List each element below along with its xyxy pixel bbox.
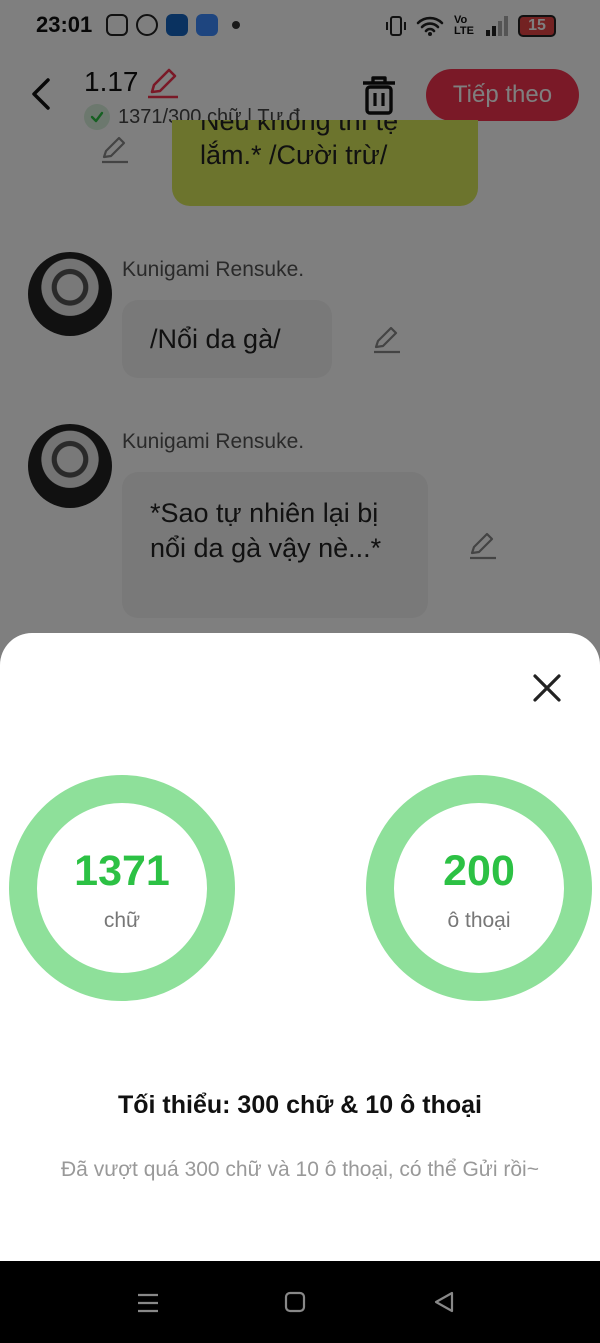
nav-back-icon[interactable] bbox=[432, 1290, 456, 1314]
recent-apps-icon[interactable] bbox=[136, 1291, 160, 1315]
home-icon[interactable] bbox=[284, 1291, 306, 1313]
minimum-requirement-title: Tối thiểu: 300 chữ & 10 ô thoại bbox=[118, 1091, 482, 1119]
stats-bottom-sheet: 1371 chữ 200 ô thoại Tối thiểu: 300 chữ … bbox=[0, 633, 600, 1261]
close-icon[interactable] bbox=[530, 671, 564, 705]
word-count-unit: chữ bbox=[103, 909, 141, 932]
word-count-value: 1371 bbox=[74, 847, 170, 895]
dialogue-count-unit: ô thoại bbox=[447, 909, 511, 932]
word-count-ring: 1371 chữ bbox=[9, 775, 235, 1001]
requirement-status-text: Đã vượt quá 300 chữ và 10 ô thoại, có th… bbox=[61, 1158, 539, 1181]
system-nav-bar bbox=[0, 1261, 600, 1343]
dialogue-count-ring: 200 ô thoại bbox=[366, 775, 592, 1001]
dialogue-count-value: 200 bbox=[443, 847, 515, 895]
